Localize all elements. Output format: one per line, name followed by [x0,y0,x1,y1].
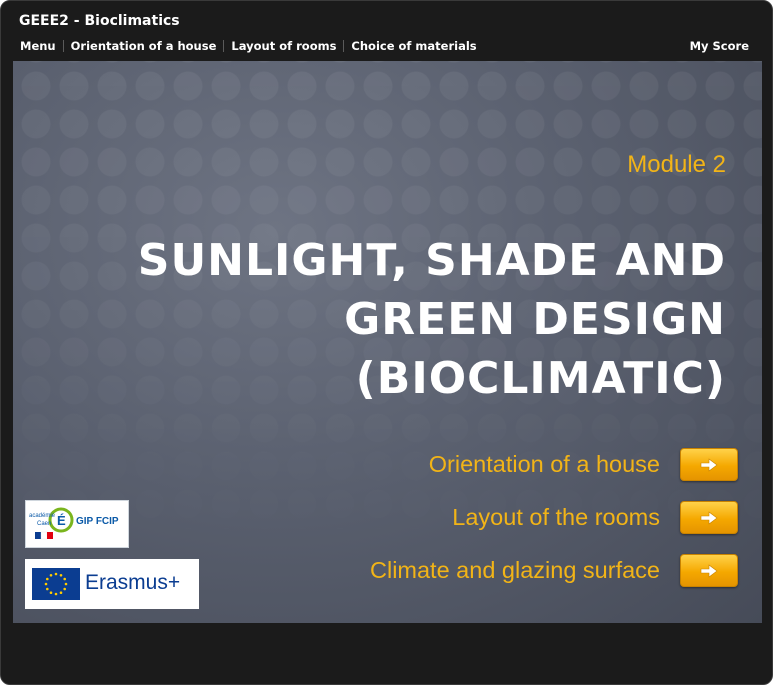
gip-fcip-logo: É académie Caen GIP FCIP [25,500,129,548]
gip-fcip-text: GIP FCIP [76,516,119,527]
nav-orientation-of-a-house[interactable]: Orientation of a house [64,39,224,53]
go-orientation-button[interactable] [680,448,738,481]
svg-text:Caen: Caen [37,521,51,527]
chapter-link-label[interactable]: Climate and glazing surface [370,557,660,584]
chapter-link-layout: Layout of the rooms [452,500,738,535]
app-window: GEEE2 - Bioclimatics Menu Orientation of… [0,0,773,685]
arrow-right-icon [700,563,718,578]
module-label: Module 2 [627,151,726,178]
svg-text:É: É [57,513,66,528]
erasmus-text: Erasmus+ [85,571,181,594]
go-climate-button[interactable] [680,554,738,587]
academie-logo-icon: É académie Caen [29,507,74,540]
svg-text:académie: académie [29,513,56,519]
chapter-link-climate: Climate and glazing surface [370,553,738,588]
go-layout-button[interactable] [680,501,738,534]
eu-flag-icon [32,568,80,600]
arrow-right-icon [700,510,718,525]
title-line: GREEN DESIGN [344,294,726,345]
nav-menu[interactable]: Menu [13,39,63,53]
title-line: SUNLIGHT, SHADE AND [137,235,726,286]
top-navbar: Menu Orientation of a house Layout of ro… [13,37,756,55]
arrow-right-icon [700,457,718,472]
title-line: (BIOCLIMATIC) [355,353,726,404]
chapter-link-label[interactable]: Layout of the rooms [452,504,660,531]
chapter-links: Orientation of a house Layout of the roo… [370,447,738,606]
app-title: GEEE2 - Bioclimatics [19,13,180,29]
erasmus-logo: Erasmus+ [25,559,199,609]
nav-choice-of-materials[interactable]: Choice of materials [344,39,483,53]
slide-content: Module 2 SUNLIGHT, SHADE AND GREEN DESIG… [13,61,762,623]
nav-layout-of-rooms[interactable]: Layout of rooms [224,39,343,53]
nav-my-score[interactable]: My Score [683,39,756,53]
slide-title: SUNLIGHT, SHADE AND GREEN DESIGN (BIOCLI… [66,231,726,408]
chapter-link-label[interactable]: Orientation of a house [429,451,660,478]
chapter-link-orientation: Orientation of a house [429,447,738,482]
